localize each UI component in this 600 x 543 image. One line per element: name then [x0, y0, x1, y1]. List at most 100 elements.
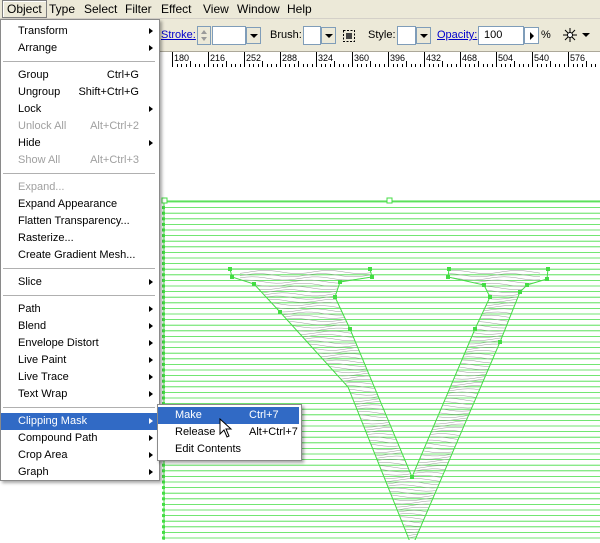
- menu-type[interactable]: Type: [45, 0, 79, 18]
- menu-item-expand[interactable]: Expand...: [1, 179, 157, 196]
- menu-item-label: Show All: [18, 152, 60, 169]
- anchor-point: [338, 280, 342, 284]
- line-endpoint: [162, 385, 165, 388]
- menu-item-shortcut: Shift+Ctrl+G: [78, 84, 139, 101]
- wave-line: [240, 501, 540, 504]
- style-dropdown[interactable]: [416, 27, 431, 44]
- opacity-input[interactable]: 100: [478, 26, 524, 45]
- menu-item-envelope-distort[interactable]: Envelope Distort: [1, 335, 157, 352]
- line-endpoint: [162, 335, 165, 338]
- menu-item-ungroup[interactable]: UngroupShift+Ctrl+G: [1, 84, 157, 101]
- submenu-arrow-icon: [149, 279, 153, 285]
- anchor-point: [446, 275, 450, 279]
- menu-item-expand-appearance[interactable]: Expand Appearance: [1, 196, 157, 213]
- line-endpoint: [162, 520, 165, 523]
- menu-select[interactable]: Select: [80, 0, 121, 18]
- line-endpoint: [162, 268, 165, 271]
- menu-item-transform[interactable]: Transform: [1, 23, 157, 40]
- opacity-slider-button[interactable]: [524, 27, 539, 44]
- menu-item-label: Live Paint: [18, 352, 66, 369]
- ruler-tick: [460, 52, 461, 67]
- wave-line: [240, 386, 540, 389]
- wave-line: [240, 379, 540, 382]
- line-endpoint: [162, 531, 165, 534]
- line-endpoint: [162, 374, 165, 377]
- wave-line: [240, 466, 540, 469]
- menu-item-live-paint[interactable]: Live Paint: [1, 352, 157, 369]
- menu-effect[interactable]: Effect: [157, 0, 195, 18]
- menu-item-label: Compound Path: [18, 430, 98, 447]
- wave-line: [240, 536, 540, 539]
- wave-line: [240, 366, 540, 369]
- wave-line: [240, 517, 540, 520]
- menu-item-show-all[interactable]: Show AllAlt+Ctrl+3: [1, 152, 157, 169]
- options-dropdown[interactable]: [579, 27, 591, 44]
- menu-object[interactable]: Object: [2, 0, 47, 18]
- menu-item-graph[interactable]: Graph: [1, 464, 157, 481]
- line-endpoint: [162, 346, 165, 349]
- menu-item-slice[interactable]: Slice: [1, 274, 157, 291]
- menu-item-group[interactable]: Group Ctrl+G: [1, 67, 157, 84]
- line-endpoint: [162, 229, 165, 232]
- menu-separator: [3, 173, 155, 174]
- submenu-arrow-icon: [149, 28, 153, 34]
- menu-item-unlock-all[interactable]: Unlock AllAlt+Ctrl+2: [1, 118, 157, 135]
- menu-filter[interactable]: Filter: [121, 0, 156, 18]
- line-endpoint: [162, 318, 165, 321]
- wave-line: [240, 398, 540, 401]
- ruler-tick: [568, 52, 569, 67]
- line-endpoint: [162, 509, 165, 512]
- submenu-item-shortcut: Alt+Ctrl+7: [249, 424, 298, 441]
- brush-swatch[interactable]: [303, 26, 321, 45]
- menu-item-live-trace[interactable]: Live Trace: [1, 369, 157, 386]
- ruler-tick: [244, 52, 245, 67]
- opacity-label[interactable]: Opacity:: [437, 29, 477, 41]
- ruler-label: 468: [462, 53, 477, 63]
- menu-item-label: Create Gradient Mesh...: [18, 247, 135, 264]
- menu-item-path[interactable]: Path: [1, 301, 157, 318]
- submenu-item-edit-contents[interactable]: Edit Contents: [158, 441, 299, 458]
- ruler-tick: [208, 52, 209, 67]
- menu-window[interactable]: Window: [233, 0, 284, 18]
- line-endpoint: [162, 273, 165, 276]
- menu-item-clipping-mask[interactable]: Clipping Mask: [1, 413, 157, 430]
- brush-dropdown[interactable]: [321, 27, 336, 44]
- menu-item-crop-area[interactable]: Crop Area: [1, 447, 157, 464]
- menu-item-rasterize[interactable]: Rasterize...: [1, 230, 157, 247]
- line-endpoint: [162, 475, 165, 478]
- stroke-weight-input[interactable]: [212, 26, 246, 45]
- stroke-weight-dropdown[interactable]: [246, 27, 261, 44]
- menu-item-lock[interactable]: Lock: [1, 101, 157, 118]
- wave-line: [240, 498, 540, 501]
- submenu-arrow-icon: [149, 323, 153, 329]
- menu-item-shortcut: Ctrl+G: [107, 67, 139, 84]
- submenu-arrow-icon: [149, 140, 153, 146]
- line-endpoint: [162, 397, 165, 400]
- menu-help[interactable]: Help: [283, 0, 316, 18]
- menu-item-flatten-transparency[interactable]: Flatten Transparency...: [1, 213, 157, 230]
- menu-item-blend[interactable]: Blend: [1, 318, 157, 335]
- anchor-point: [348, 327, 352, 331]
- submenu-arrow-icon: [149, 306, 153, 312]
- dotted-square-icon[interactable]: [342, 29, 356, 43]
- line-endpoint: [162, 352, 165, 355]
- anchor-point: [518, 290, 522, 294]
- line-endpoint: [162, 363, 165, 366]
- line-endpoint: [162, 251, 165, 254]
- wave-line: [240, 331, 540, 334]
- anchor-point: [370, 275, 374, 279]
- menu-item-text-wrap[interactable]: Text Wrap: [1, 386, 157, 403]
- menu-item-hide[interactable]: Hide: [1, 135, 157, 152]
- menu-item-label: Group: [18, 67, 49, 84]
- stroke-weight-stepper[interactable]: [197, 26, 211, 45]
- menu-item-arrange[interactable]: Arrange: [1, 40, 157, 57]
- menu-item-create-gradient-mesh[interactable]: Create Gradient Mesh...: [1, 247, 157, 264]
- menu-item-compound-path[interactable]: Compound Path: [1, 430, 157, 447]
- stroke-label[interactable]: Stroke:: [161, 29, 196, 41]
- star-options-icon[interactable]: [562, 27, 578, 43]
- submenu-item-label: Make: [175, 407, 202, 424]
- menu-view[interactable]: View: [199, 0, 233, 18]
- style-swatch[interactable]: [397, 26, 416, 45]
- menu-item-label: Live Trace: [18, 369, 69, 386]
- ruler-label: 576: [570, 53, 585, 63]
